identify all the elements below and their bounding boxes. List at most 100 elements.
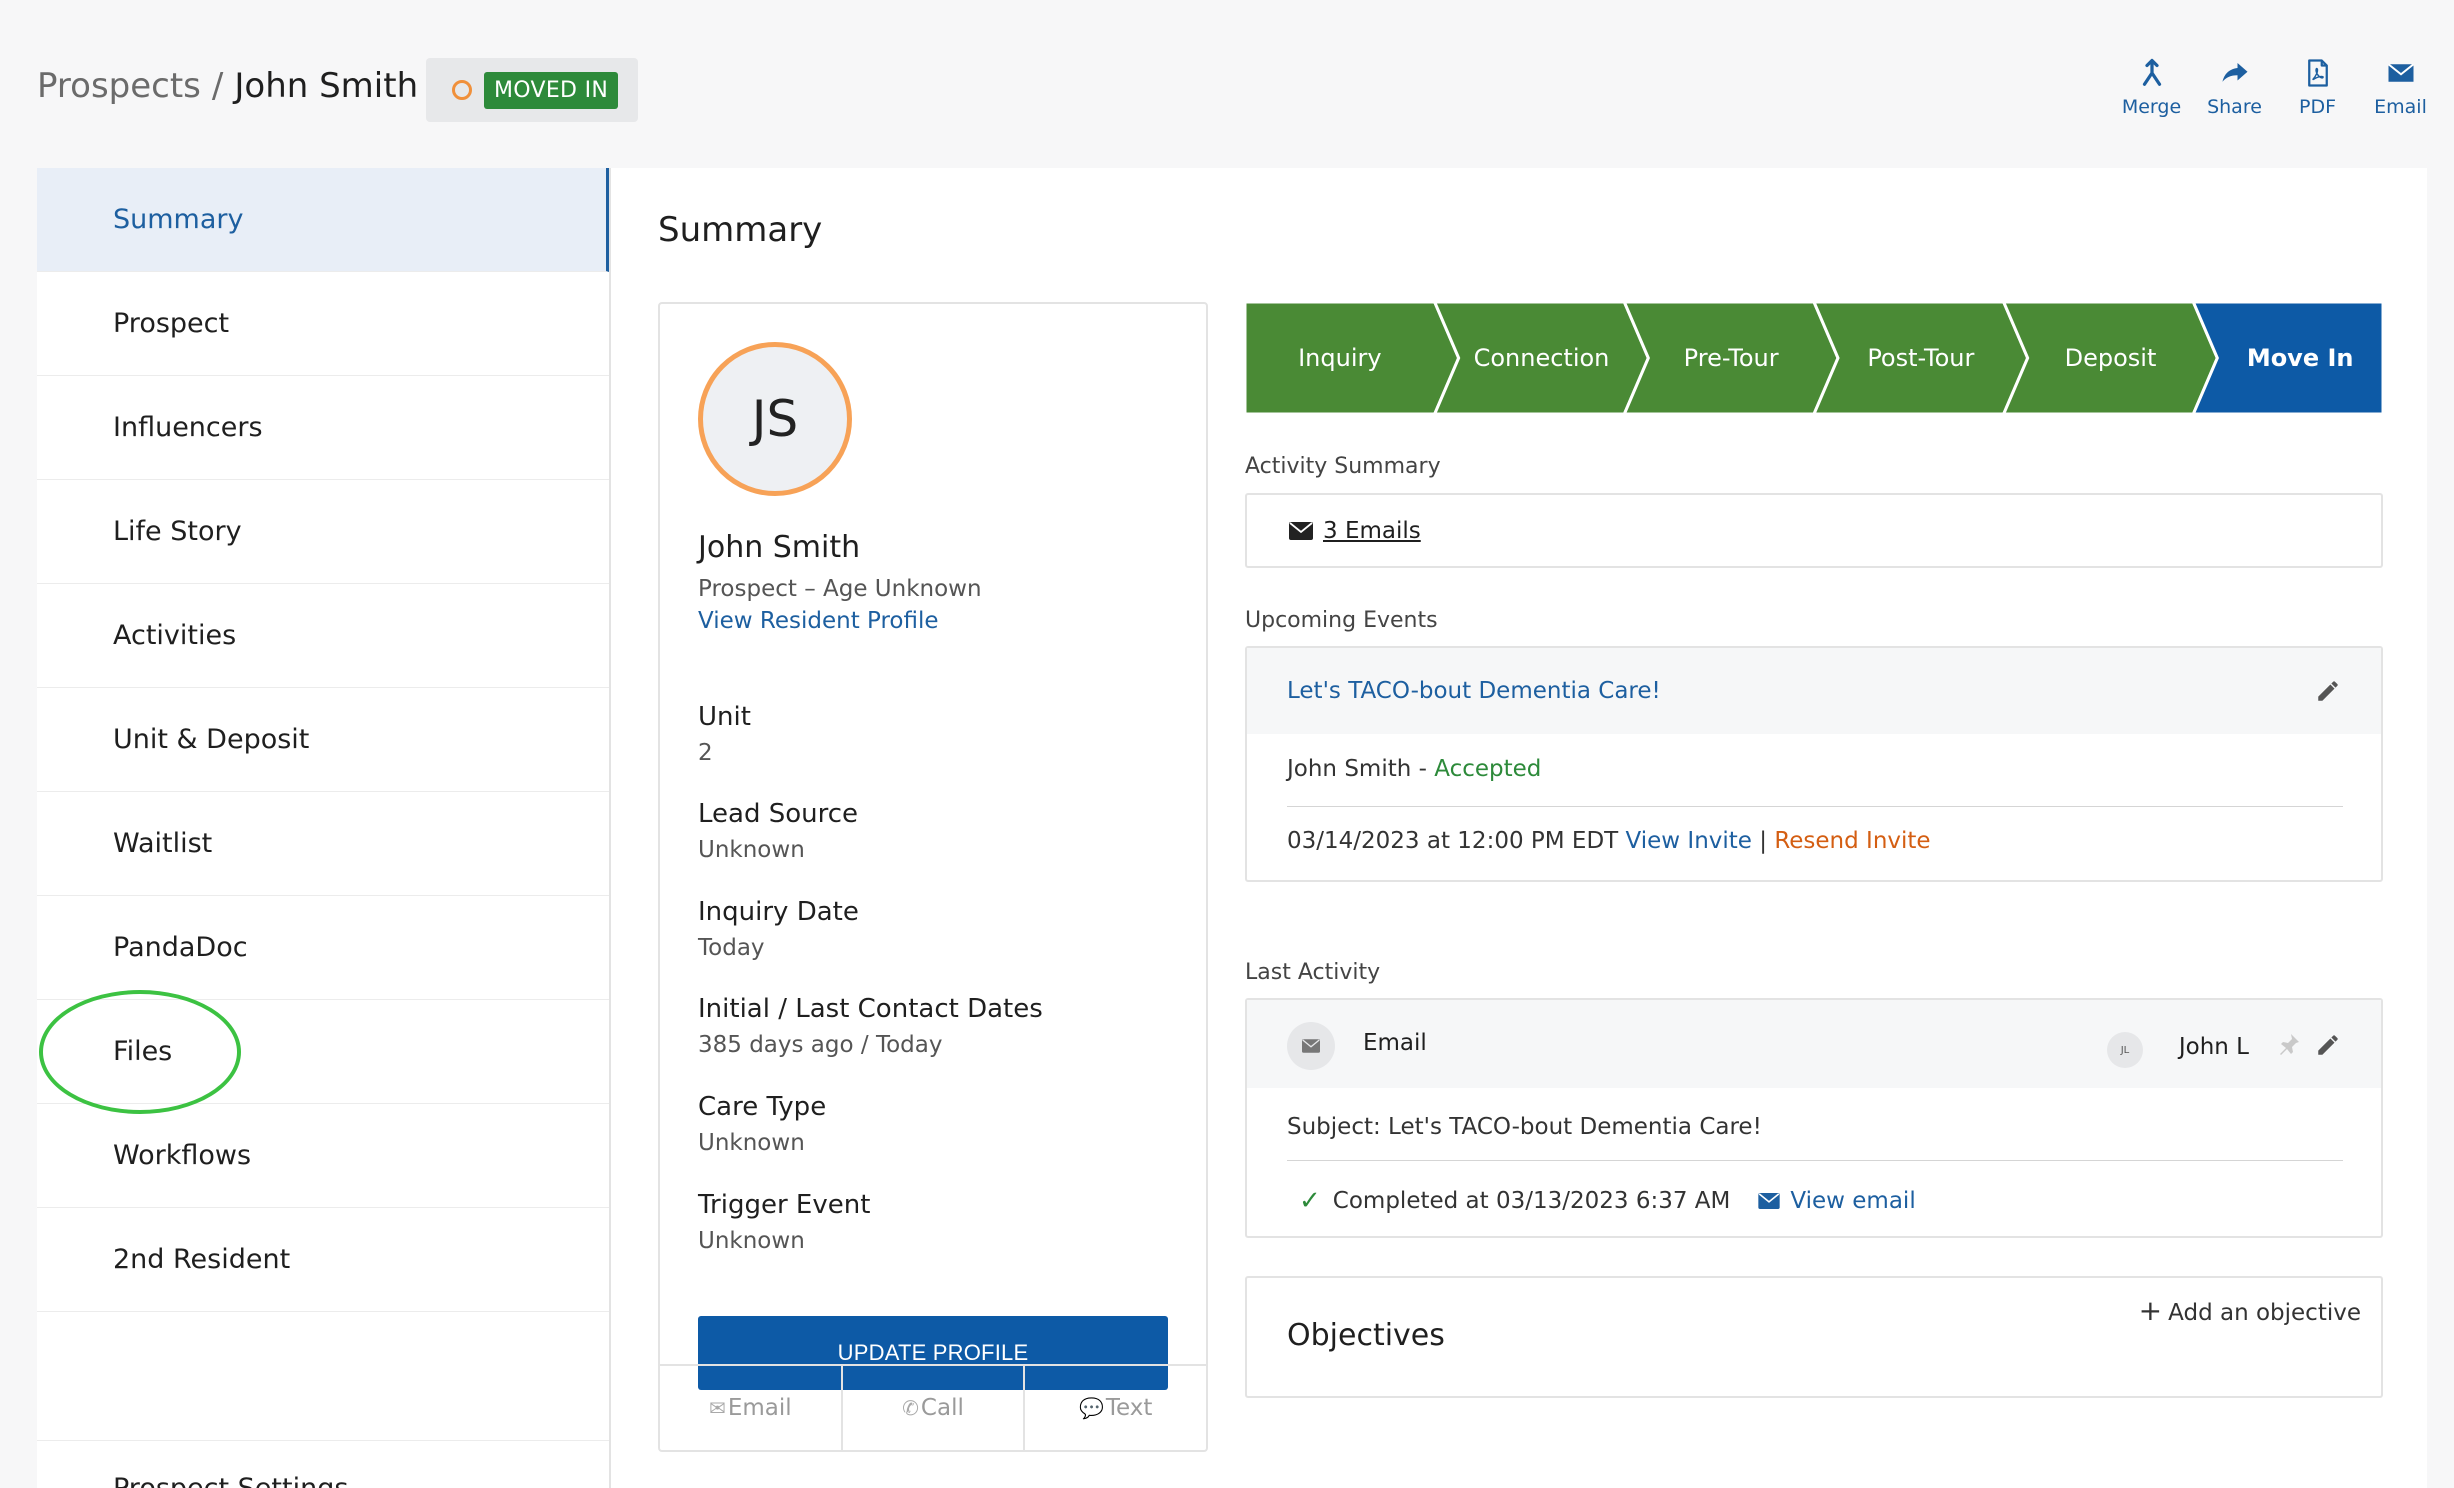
sidebar-item-label: 2nd Resident bbox=[113, 1244, 291, 1275]
resend-invite-link[interactable]: Resend Invite bbox=[1774, 828, 1930, 854]
header-actions: Merge Share PDF Email bbox=[2110, 58, 2442, 118]
last-activity-label: Last Activity bbox=[1245, 960, 1381, 985]
last-activity-card: Email JL John L Subject: Let's TACO-bout… bbox=[1245, 998, 2383, 1238]
pipeline-stage-label: Connection bbox=[1473, 344, 1610, 372]
avatar: JS bbox=[698, 342, 852, 496]
prospect-name: John Smith bbox=[698, 530, 861, 565]
activity-completion: ✓ Completed at 03/13/2023 6:37 AM View e… bbox=[1299, 1186, 1916, 1216]
breadcrumb-prospects-link[interactable]: Prospects bbox=[37, 66, 201, 106]
field-value: 385 days ago / Today bbox=[698, 1032, 943, 1058]
checkmark-icon: ✓ bbox=[1299, 1186, 1321, 1216]
pipeline-stage-label: Deposit bbox=[2064, 344, 2157, 372]
activity-type: Email bbox=[1363, 1030, 1427, 1056]
sidebar-item-label: Prospect Settings bbox=[113, 1473, 348, 1488]
sidebar-item-files[interactable]: Files bbox=[37, 990, 609, 1114]
field-value: 2 bbox=[698, 740, 713, 766]
phone-icon: ✆ bbox=[902, 1396, 919, 1420]
upcoming-events-label: Upcoming Events bbox=[1245, 608, 1438, 633]
activity-email-icon bbox=[1287, 1022, 1335, 1070]
field-lead-source: Lead Source Unknown bbox=[698, 799, 858, 863]
profile-card: JS John Smith Prospect – Age Unknown Vie… bbox=[658, 302, 1208, 1452]
sidebar-item-label: Waitlist bbox=[113, 828, 213, 859]
sidebar-item-activities[interactable]: Activities bbox=[37, 584, 609, 688]
pipeline-stage-label: Pre-Tour bbox=[1683, 344, 1779, 372]
sidebar-item-pandadoc[interactable]: PandaDoc bbox=[37, 896, 609, 1000]
view-email-link[interactable]: View email bbox=[1758, 1188, 1916, 1214]
divider bbox=[1287, 1160, 2343, 1161]
objectives-card: Objectives + Add an objective bbox=[1245, 1276, 2383, 1398]
pipeline-stage-label: Post-Tour bbox=[1867, 344, 1975, 372]
sidebar-item-life-story[interactable]: Life Story bbox=[37, 480, 609, 584]
footer-email-button[interactable]: ✉ Email bbox=[660, 1366, 843, 1450]
sidebar-item-label: Activities bbox=[113, 620, 237, 651]
event-attendee: John Smith - Accepted bbox=[1287, 756, 1541, 782]
pdf-label: PDF bbox=[2298, 96, 2337, 118]
sidebar-item-prospect-settings[interactable]: Prospect Settings bbox=[37, 1440, 609, 1488]
sidebar-item-influencers[interactable]: Influencers bbox=[37, 376, 609, 480]
share-icon bbox=[2222, 63, 2247, 82]
attendee-name: John Smith bbox=[1287, 756, 1412, 782]
footer-call-button[interactable]: ✆ Call bbox=[843, 1366, 1026, 1450]
activity-subject: Subject: Let's TACO-bout Dementia Care! bbox=[1287, 1114, 1762, 1140]
sidebar-item-workflows[interactable]: Workflows bbox=[37, 1104, 609, 1208]
sidebar-item-prospect[interactable]: Prospect bbox=[37, 272, 609, 376]
sidebar-item-label: Influencers bbox=[113, 412, 263, 443]
event-title-link[interactable]: Let's TACO-bout Dementia Care! bbox=[1287, 678, 1661, 704]
footer-call-label: Call bbox=[920, 1395, 964, 1421]
field-label: Unit bbox=[698, 702, 751, 732]
field-unit: Unit 2 bbox=[698, 702, 751, 766]
view-email-label: View email bbox=[1790, 1188, 1916, 1214]
emails-count-link[interactable]: 3 Emails bbox=[1323, 518, 1421, 544]
divider bbox=[1287, 806, 2343, 807]
field-label: Trigger Event bbox=[698, 1190, 871, 1220]
pencil-icon[interactable] bbox=[2315, 678, 2341, 704]
pin-icon[interactable] bbox=[2277, 1032, 2301, 1056]
sidebar-item-summary[interactable]: Summary bbox=[37, 168, 609, 272]
breadcrumb: Prospects / John Smith bbox=[37, 66, 418, 106]
field-inquiry-date: Inquiry Date Today bbox=[698, 897, 859, 961]
breadcrumb-separator: / bbox=[211, 66, 224, 106]
share-button[interactable]: Share bbox=[2193, 58, 2276, 118]
merge-button[interactable]: Merge bbox=[2110, 58, 2193, 118]
envelope-icon bbox=[2387, 63, 2414, 82]
activity-user: John L bbox=[2178, 1034, 2249, 1060]
main-panel: Summary JS John Smith Prospect – Age Unk… bbox=[611, 168, 2427, 1488]
completed-text: Completed at 03/13/2023 6:37 AM bbox=[1332, 1188, 1731, 1214]
sidebar-item-label: Prospect bbox=[113, 308, 230, 339]
status-badge: MOVED IN bbox=[484, 71, 619, 109]
field-care-type: Care Type Unknown bbox=[698, 1092, 826, 1156]
sidebar-item-label: Summary bbox=[113, 204, 244, 235]
plus-icon: + bbox=[2138, 1294, 2163, 1327]
view-invite-link[interactable]: View Invite bbox=[1626, 828, 1752, 854]
activity-header: Email JL John L bbox=[1247, 1000, 2381, 1088]
sidebar-item-label: PandaDoc bbox=[113, 932, 248, 963]
user-avatar: JL bbox=[2107, 1032, 2143, 1068]
sidebar-item-2nd-resident[interactable]: 2nd Resident bbox=[37, 1208, 609, 1312]
sidebar-item-label: Files bbox=[113, 1036, 173, 1067]
pdf-button[interactable]: PDF bbox=[2276, 58, 2359, 118]
footer-email-label: Email bbox=[727, 1395, 792, 1421]
sidebar-item-label: Workflows bbox=[113, 1140, 252, 1171]
email-label: Email bbox=[2374, 96, 2427, 118]
add-objective-button[interactable]: + Add an objective bbox=[2139, 1294, 2361, 1327]
activity-summary-label: Activity Summary bbox=[1245, 454, 1441, 479]
footer-text-label: Text bbox=[1105, 1395, 1153, 1421]
sidebar-item-unit-deposit[interactable]: Unit & Deposit bbox=[37, 688, 609, 792]
merge-icon bbox=[2142, 58, 2161, 86]
sidebar-item-label: Life Story bbox=[113, 516, 242, 547]
activity-summary-box: 3 Emails bbox=[1245, 493, 2383, 568]
add-objective-label: Add an objective bbox=[2168, 1300, 2361, 1326]
contact-actions: ✉ Email ✆ Call 💬 Text bbox=[660, 1364, 1206, 1450]
footer-text-button[interactable]: 💬 Text bbox=[1025, 1366, 1206, 1450]
sidebar-item-waitlist[interactable]: Waitlist bbox=[37, 792, 609, 896]
field-value: Unknown bbox=[698, 1228, 805, 1254]
pipe-separator: | bbox=[1751, 828, 1775, 854]
merge-label: Merge bbox=[2121, 96, 2182, 118]
stage-pipeline: Inquiry Connection Pre-Tour Post-Tour Deposi… bbox=[1245, 302, 2383, 414]
pencil-icon[interactable] bbox=[2315, 1032, 2341, 1058]
email-button[interactable]: Email bbox=[2359, 58, 2442, 118]
share-label: Share bbox=[2207, 96, 2262, 118]
status-ring-icon bbox=[452, 80, 472, 100]
view-resident-profile-link[interactable]: View Resident Profile bbox=[698, 608, 939, 634]
attendee-status: Accepted bbox=[1434, 756, 1542, 782]
